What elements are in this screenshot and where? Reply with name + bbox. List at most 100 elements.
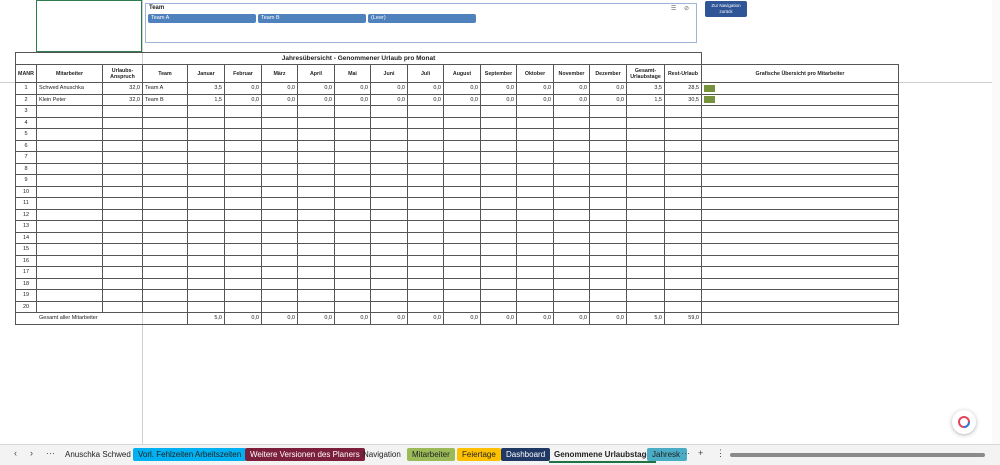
table-cell[interactable] — [480, 105, 517, 118]
table-cell[interactable] — [589, 105, 627, 118]
table-cell[interactable] — [36, 208, 103, 221]
sheet-tab[interactable]: Vorl. Fehlzeiten Arbeitszeiten — [133, 448, 247, 461]
table-cell[interactable]: 1 — [15, 82, 37, 95]
table-cell[interactable] — [36, 128, 103, 141]
table-cell[interactable] — [334, 208, 371, 221]
table-cell[interactable]: 0,0 — [516, 93, 554, 106]
table-cell[interactable]: 0,0 — [297, 93, 335, 106]
table-cell[interactable] — [261, 105, 298, 118]
table-cell[interactable] — [334, 174, 371, 187]
table-cell[interactable]: 1,5 — [626, 93, 665, 106]
team-slicer[interactable]: Team ☰ ⊘ Team A Team B (Leer) — [145, 3, 697, 43]
table-cell[interactable] — [443, 208, 481, 221]
prev-sheet-icon[interactable]: ‹ — [14, 448, 17, 458]
table-cell[interactable] — [664, 185, 702, 198]
table-cell[interactable] — [626, 277, 665, 290]
table-cell[interactable] — [370, 151, 408, 164]
table-cell[interactable] — [334, 300, 371, 313]
table-cell[interactable] — [224, 243, 262, 256]
table-cell[interactable]: 20 — [15, 300, 37, 313]
table-cell[interactable]: 3,5 — [626, 82, 665, 95]
table-cell[interactable] — [334, 105, 371, 118]
table-cell[interactable] — [187, 231, 225, 244]
table-cell[interactable] — [261, 266, 298, 279]
table-cell[interactable] — [261, 151, 298, 164]
table-cell[interactable] — [480, 266, 517, 279]
table-cell[interactable] — [589, 139, 627, 152]
table-cell[interactable] — [334, 231, 371, 244]
table-cell[interactable] — [334, 266, 371, 279]
table-cell[interactable] — [370, 231, 408, 244]
table-cell[interactable] — [664, 128, 702, 141]
table-cell[interactable]: 0,0 — [589, 82, 627, 95]
table-cell[interactable] — [102, 174, 143, 187]
table-cell[interactable] — [370, 220, 408, 233]
table-cell[interactable] — [142, 266, 188, 279]
table-cell[interactable] — [370, 197, 408, 210]
table-cell[interactable] — [553, 300, 590, 313]
table-cell[interactable]: 18 — [15, 277, 37, 290]
table-cell[interactable] — [370, 162, 408, 175]
table-cell[interactable] — [407, 151, 444, 164]
table-cell[interactable] — [664, 231, 702, 244]
table-cell[interactable] — [589, 208, 627, 221]
table-cell[interactable] — [664, 174, 702, 187]
table-cell[interactable]: 0,0 — [407, 93, 444, 106]
total-cell[interactable]: 0,0 — [589, 312, 627, 325]
table-cell[interactable]: 0,0 — [553, 82, 590, 95]
table-cell[interactable] — [297, 289, 335, 302]
table-cell[interactable] — [297, 151, 335, 164]
table-cell[interactable] — [626, 289, 665, 302]
table-cell[interactable] — [102, 289, 143, 302]
table-cell[interactable] — [142, 105, 188, 118]
table-cell[interactable] — [36, 254, 103, 267]
table-cell[interactable] — [102, 243, 143, 256]
table-cell[interactable] — [589, 231, 627, 244]
table-cell[interactable] — [142, 243, 188, 256]
table-cell[interactable] — [480, 208, 517, 221]
table-cell[interactable] — [589, 289, 627, 302]
table-cell[interactable] — [334, 289, 371, 302]
table-cell[interactable]: 8 — [15, 162, 37, 175]
total-cell[interactable]: 0,0 — [407, 312, 444, 325]
table-cell[interactable] — [626, 231, 665, 244]
table-cell[interactable]: 6 — [15, 139, 37, 152]
table-cell[interactable] — [370, 208, 408, 221]
table-cell[interactable] — [224, 128, 262, 141]
total-cell[interactable]: 0,0 — [516, 312, 554, 325]
table-cell[interactable] — [516, 174, 554, 187]
table-cell[interactable] — [297, 185, 335, 198]
table-cell[interactable] — [370, 289, 408, 302]
table-cell[interactable]: 3,5 — [187, 82, 225, 95]
table-cell[interactable] — [407, 128, 444, 141]
table-cell[interactable] — [261, 208, 298, 221]
table-cell[interactable] — [102, 128, 143, 141]
table-cell[interactable] — [589, 128, 627, 141]
table-cell[interactable] — [626, 243, 665, 256]
table-cell[interactable] — [480, 174, 517, 187]
table-cell[interactable] — [664, 197, 702, 210]
table-cell[interactable] — [36, 197, 103, 210]
next-sheet-icon[interactable]: › — [30, 448, 33, 458]
table-cell[interactable] — [553, 254, 590, 267]
table-cell[interactable] — [407, 277, 444, 290]
table-cell[interactable] — [443, 231, 481, 244]
table-cell[interactable] — [224, 197, 262, 210]
table-cell[interactable] — [224, 151, 262, 164]
table-cell[interactable]: 14 — [15, 231, 37, 244]
table-cell[interactable] — [370, 105, 408, 118]
table-cell[interactable] — [516, 220, 554, 233]
table-cell[interactable]: 7 — [15, 151, 37, 164]
table-cell[interactable] — [297, 105, 335, 118]
table-cell[interactable] — [334, 254, 371, 267]
table-cell[interactable] — [553, 116, 590, 129]
table-cell[interactable] — [443, 243, 481, 256]
table-cell[interactable] — [297, 128, 335, 141]
table-cell[interactable] — [261, 197, 298, 210]
table-cell[interactable] — [370, 277, 408, 290]
table-cell[interactable] — [553, 277, 590, 290]
table-cell[interactable] — [261, 174, 298, 187]
table-cell[interactable] — [261, 162, 298, 175]
table-cell[interactable] — [553, 105, 590, 118]
table-cell[interactable] — [553, 231, 590, 244]
